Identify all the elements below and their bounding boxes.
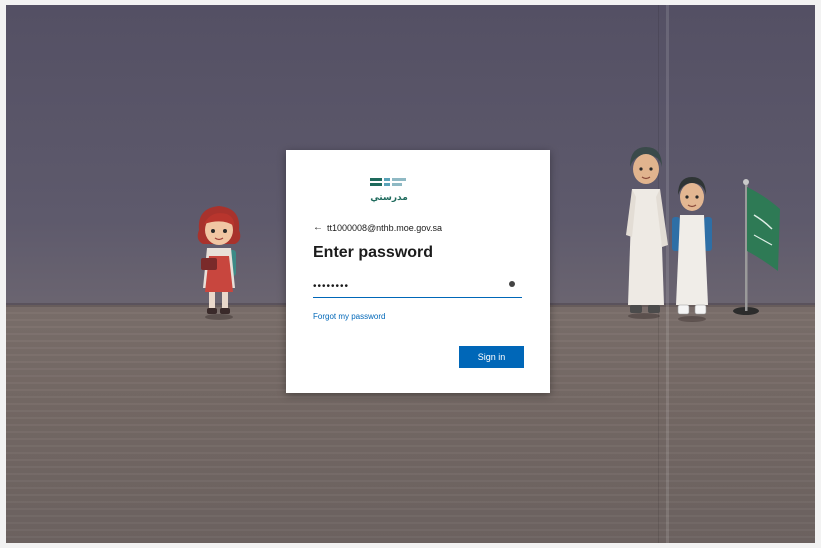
logo-wordmark: مدرستي (370, 192, 408, 202)
student-character-illustration (672, 177, 712, 322)
password-input[interactable] (313, 275, 522, 298)
back-arrow-icon[interactable]: ← (313, 222, 323, 233)
boy-character-illustration (626, 147, 668, 319)
forgot-password-link[interactable]: Forgot my password (313, 312, 385, 321)
reveal-password-icon[interactable] (509, 281, 515, 287)
girl-character-illustration (197, 206, 241, 320)
flag-illustration (733, 179, 780, 315)
background-scene: مدرستي ← tt1000008@nthb.moe.gov.sa Enter… (6, 5, 815, 543)
signin-dialog: مدرستي ← tt1000008@nthb.moe.gov.sa Enter… (286, 150, 550, 393)
page-title: Enter password (313, 244, 434, 261)
identity-banner[interactable]: ← tt1000008@nthb.moe.gov.sa (313, 222, 442, 233)
account-email: tt1000008@nthb.moe.gov.sa (327, 222, 443, 233)
signin-button[interactable]: Sign in (459, 346, 524, 368)
